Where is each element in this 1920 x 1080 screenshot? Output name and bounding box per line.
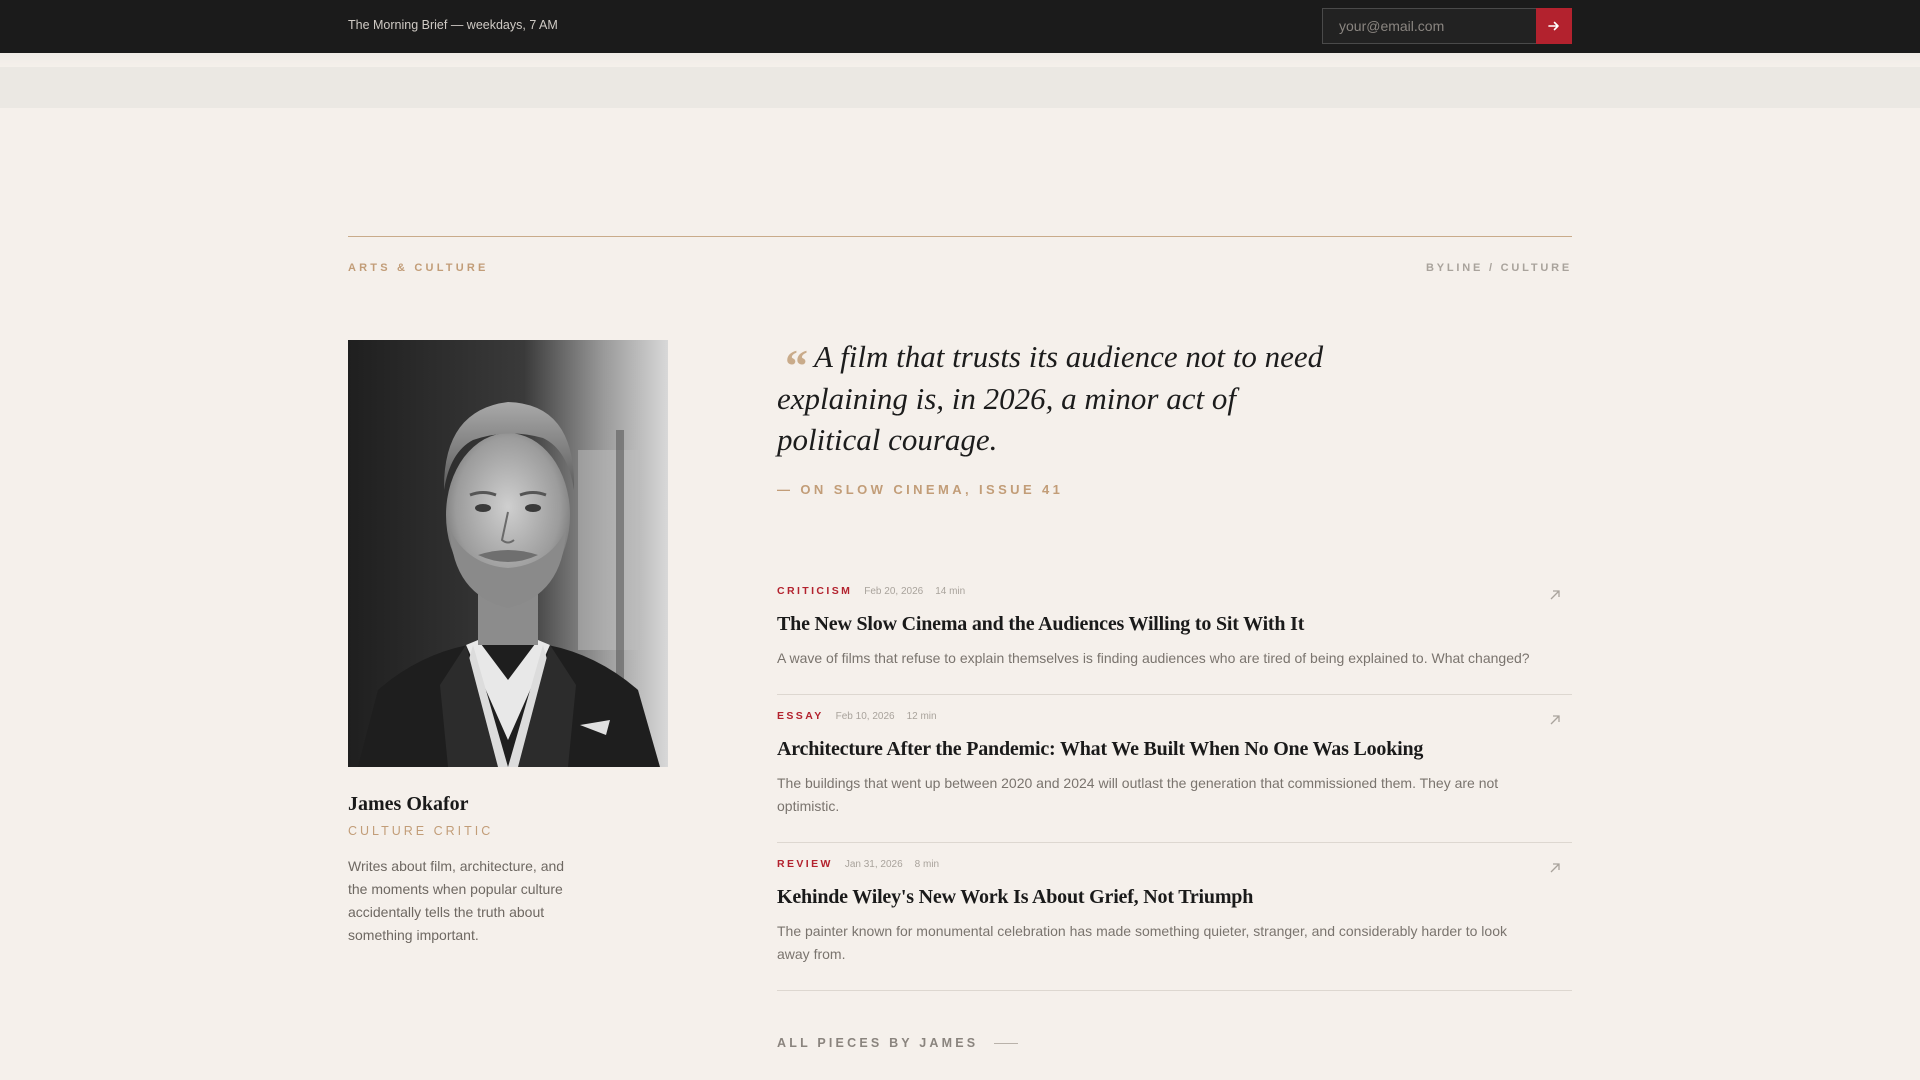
article-date: Feb 10, 2026: [835, 711, 895, 722]
pull-quote-text: A film that trusts its audience not to n…: [777, 339, 1324, 457]
quote-mark-icon: “: [785, 340, 808, 391]
article-title[interactable]: The New Slow Cinema and the Audiences Wi…: [777, 613, 1572, 636]
article-read-time: 12 min: [906, 711, 937, 722]
breadcrumb[interactable]: BYLINE / CULTURE: [1426, 262, 1572, 274]
subscribe-button[interactable]: [1536, 8, 1572, 44]
article-read-time: 8 min: [914, 859, 940, 870]
article-description: A wave of films that refuse to explain t…: [777, 650, 1530, 666]
article-description: The painter known for monumental celebra…: [777, 923, 1507, 962]
arrow-right-icon: [1548, 21, 1559, 31]
link-dash: [994, 1042, 1019, 1044]
article-meta: REVIEW Jan 31, 2026 8 min: [777, 858, 1572, 872]
article-date: Jan 31, 2026: [844, 859, 903, 870]
arrow-up-right-icon[interactable]: [1548, 713, 1562, 727]
email-input[interactable]: [1322, 8, 1537, 44]
article-list: CRITICISM Feb 20, 2026 14 min The New Sl…: [777, 570, 1572, 991]
arrow-up-right-icon[interactable]: [1548, 861, 1562, 875]
newsletter-form: [1322, 8, 1572, 44]
article-description: The buildings that went up between 2020 …: [777, 775, 1499, 814]
all-pieces-link[interactable]: ALL PIECES BY JAMES: [777, 1036, 1019, 1050]
article-title[interactable]: Architecture After the Pandemic: What We…: [777, 738, 1572, 761]
pull-quote-source: — ON SLOW CINEMA, ISSUE 41: [777, 482, 1064, 497]
article-meta: ESSAY Feb 10, 2026 12 min: [777, 710, 1572, 724]
author-name: James Okafor: [348, 793, 469, 815]
article-read-time: 14 min: [935, 586, 966, 597]
arrow-up-right-icon[interactable]: [1548, 588, 1562, 602]
header-shadow: [0, 53, 1920, 67]
portrait-image: [348, 340, 668, 767]
newsletter-tagline: The Morning Brief — weekdays, 7 AM: [348, 18, 558, 32]
author-portrait: [348, 340, 668, 767]
article-meta: CRITICISM Feb 20, 2026 14 min: [777, 585, 1572, 599]
header-band: [0, 67, 1920, 108]
article-title[interactable]: Kehinde Wiley's New Work Is About Grief,…: [777, 886, 1572, 909]
article-category: ESSAY: [777, 710, 824, 722]
article-item[interactable]: CRITICISM Feb 20, 2026 14 min The New Sl…: [777, 570, 1572, 695]
section-kicker: ARTS & CULTURE: [348, 262, 489, 274]
pull-quote: “A film that trusts its audience not to …: [777, 336, 1337, 461]
article-category: CRITICISM: [777, 585, 853, 597]
article-item[interactable]: REVIEW Jan 31, 2026 8 min Kehinde Wiley'…: [777, 843, 1572, 991]
article-item[interactable]: ESSAY Feb 10, 2026 12 min Architecture A…: [777, 695, 1572, 843]
author-role: CULTURE CRITIC: [348, 824, 494, 838]
section-rule: [348, 236, 1572, 237]
author-bio: Writes about film, architecture, and the…: [348, 858, 565, 943]
article-category: REVIEW: [777, 858, 833, 870]
all-pieces-label: ALL PIECES BY JAMES: [777, 1036, 979, 1050]
top-bar: The Morning Brief — weekdays, 7 AM: [0, 0, 1920, 53]
article-date: Feb 20, 2026: [864, 586, 924, 597]
